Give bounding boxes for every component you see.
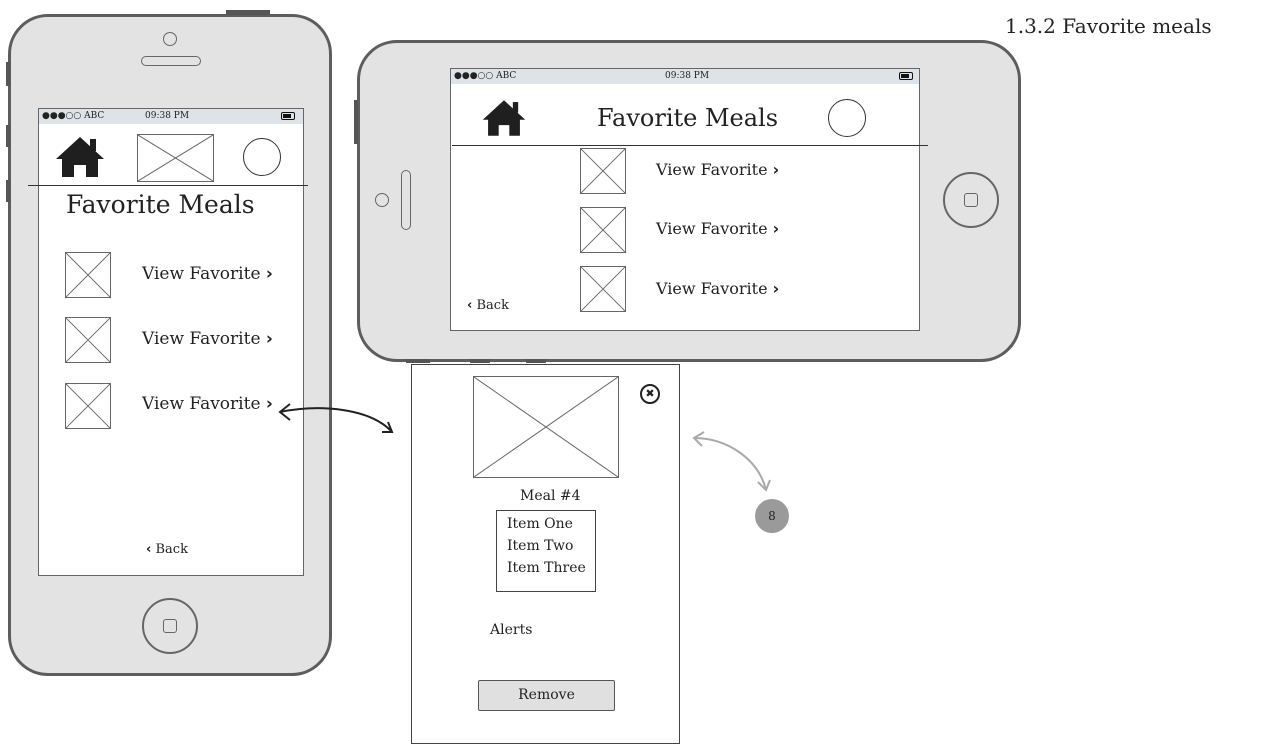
close-glyph: ✖ — [645, 387, 655, 400]
header-divider — [452, 145, 928, 146]
logo-image-placeholder — [137, 134, 214, 182]
chevron-left-icon: ‹ — [467, 298, 473, 313]
chevron-right-icon: › — [772, 279, 780, 298]
landscape-earpiece-speaker — [401, 170, 411, 230]
back-link[interactable]: ‹ Back — [467, 298, 509, 313]
list-item: Item Two — [507, 538, 574, 554]
page-title: 1.3.2 Favorite meals — [1005, 14, 1212, 38]
home-icon[interactable] — [54, 135, 106, 179]
meal-image-placeholder — [473, 376, 619, 478]
view-favorite-link[interactable]: View Favorite › — [142, 329, 273, 349]
landscape-home-hardware-button[interactable] — [943, 172, 999, 228]
status-bar: ●●●○○ ABC 09:38 PM — [451, 69, 919, 84]
view-favorite-link[interactable]: View Favorite › — [142, 264, 273, 284]
chevron-right-icon: › — [265, 329, 273, 349]
profile-circle-button[interactable] — [243, 138, 281, 176]
mute-switch — [6, 62, 10, 86]
battery-icon — [281, 112, 295, 120]
flow-arrow — [278, 403, 394, 433]
landscape-volume-button — [470, 359, 490, 363]
remove-button[interactable]: Remove — [478, 680, 615, 711]
home-icon[interactable] — [481, 98, 527, 138]
profile-circle-button[interactable] — [828, 99, 866, 137]
clock-text: 09:38 PM — [665, 71, 710, 81]
list-item: Item One — [507, 516, 573, 532]
meal-thumbnail — [580, 148, 626, 194]
landscape-volume-button — [354, 100, 358, 144]
chevron-right-icon: › — [772, 160, 780, 179]
carrier-text: ●●●○○ ABC — [42, 111, 105, 121]
view-favorite-link[interactable]: View Favorite › — [656, 219, 779, 238]
chevron-left-icon: ‹ — [146, 542, 152, 557]
meal-thumbnail — [580, 266, 626, 312]
alerts-label: Alerts — [490, 622, 533, 638]
chevron-right-icon: › — [772, 219, 780, 238]
annotation-arrow — [692, 431, 771, 492]
earpiece-speaker — [141, 56, 201, 66]
battery-icon — [899, 72, 913, 80]
volume-down-button — [6, 180, 10, 202]
meal-thumbnail — [65, 317, 111, 363]
view-favorite-link[interactable]: View Favorite › — [656, 160, 779, 179]
power-button — [226, 10, 270, 15]
volume-up-button — [6, 125, 10, 147]
view-favorite-link[interactable]: View Favorite › — [142, 394, 273, 414]
portrait-heading: Favorite Meals — [66, 190, 255, 219]
meal-items-list: Item One Item Two Item Three — [496, 510, 596, 592]
home-hardware-button[interactable] — [142, 598, 198, 654]
meal-thumbnail — [65, 383, 111, 429]
landscape-volume-button — [406, 359, 430, 363]
landscape-front-camera — [375, 193, 389, 207]
landscape-volume-button — [526, 359, 546, 363]
carrier-text: ●●●○○ ABC — [454, 71, 517, 81]
close-icon[interactable]: ✖ — [640, 384, 660, 404]
meal-title: Meal #4 — [520, 488, 581, 504]
clock-text: 09:38 PM — [145, 111, 190, 121]
view-favorite-link[interactable]: View Favorite › — [656, 279, 779, 298]
landscape-heading: Favorite Meals — [597, 104, 779, 132]
meal-thumbnail — [65, 252, 111, 298]
annotation-badge: 8 — [755, 499, 789, 533]
header-divider — [28, 185, 308, 186]
chevron-right-icon: › — [265, 264, 273, 284]
list-item: Item Three — [507, 560, 586, 576]
front-camera — [163, 32, 177, 46]
meal-thumbnail — [580, 207, 626, 253]
status-bar: ●●●○○ ABC 09:38 PM — [39, 109, 303, 124]
back-link[interactable]: ‹ Back — [146, 542, 188, 557]
